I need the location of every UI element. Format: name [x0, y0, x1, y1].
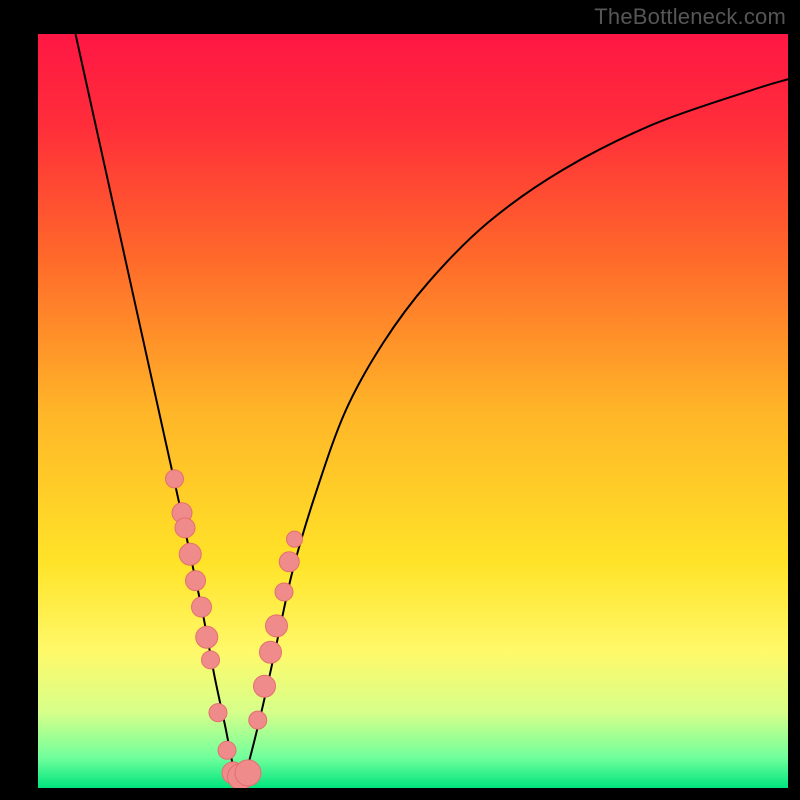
data-point — [275, 583, 293, 601]
data-point — [175, 518, 195, 538]
data-point — [266, 615, 288, 637]
data-point — [254, 675, 276, 697]
data-point — [249, 711, 267, 729]
data-point — [192, 597, 212, 617]
data-point — [287, 531, 303, 547]
data-point — [166, 470, 184, 488]
data-point — [209, 704, 227, 722]
data-point — [218, 741, 236, 759]
frame-bottom — [0, 788, 800, 800]
data-point — [202, 651, 220, 669]
data-point — [196, 626, 218, 648]
data-point — [279, 552, 299, 572]
frame-right — [788, 0, 800, 800]
data-point — [235, 760, 261, 786]
bottleneck-chart — [0, 0, 800, 800]
data-point — [186, 571, 206, 591]
watermark-text: TheBottleneck.com — [594, 4, 786, 30]
gradient-background — [38, 34, 788, 788]
frame-left — [0, 0, 38, 800]
data-point — [179, 543, 201, 565]
data-point — [260, 641, 282, 663]
